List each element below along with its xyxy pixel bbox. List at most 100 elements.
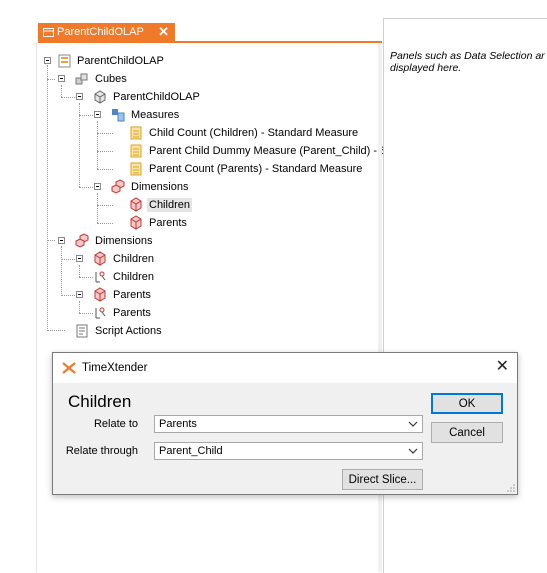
dimension-icon: [130, 197, 142, 212]
tree-node-cube[interactable]: ParentChildOLAP: [92, 89, 202, 105]
tree-label: Parents: [113, 289, 151, 301]
tree-label: Parents: [113, 307, 151, 319]
tree-label: Children: [113, 253, 154, 265]
relate-through-select[interactable]: Parent_Child: [154, 442, 423, 460]
database-icon: [58, 54, 71, 68]
measure-icon: [130, 162, 142, 176]
dialog-heading: Children: [68, 392, 132, 411]
tree-line: [79, 187, 93, 188]
tree-line: [97, 151, 113, 152]
tab-label: ParentChildOLAP: [57, 26, 144, 38]
chevron-down-icon: [408, 448, 418, 454]
relate-to-label: Relate to: [93, 418, 138, 430]
tree-line: [97, 133, 113, 134]
cubes-icon: [75, 73, 88, 85]
tree-node-dim-parents-hierarchy[interactable]: Parents: [92, 305, 153, 321]
tree-line: [61, 295, 75, 296]
tree-line: [47, 240, 55, 241]
chevron-down-icon: [408, 421, 418, 427]
right-panel-placeholder: Panels such as Data Selection ar display…: [390, 50, 547, 74]
cube-icon: [94, 90, 106, 104]
expander-cube-dimensions[interactable]: [94, 183, 101, 190]
tree-line: [47, 330, 65, 331]
direct-slice-button[interactable]: Direct Slice...: [342, 469, 423, 490]
tree-line: [61, 246, 62, 294]
expander-cubes[interactable]: [58, 75, 65, 82]
expander-cube[interactable]: [76, 93, 83, 100]
tree-node-measure[interactable]: Parent Count (Parents) - Standard Measur…: [128, 161, 364, 177]
tree-label: Children: [147, 198, 192, 212]
tree-node-cube-dimensions[interactable]: Dimensions: [110, 179, 190, 195]
relate-dialog: TimeXtender ✕ Children Relate to Parents…: [52, 352, 518, 495]
tree-node-measure[interactable]: Child Count (Children) - Standard Measur…: [128, 125, 360, 141]
tree-line: [79, 265, 80, 277]
tree-label: Parents: [149, 217, 187, 229]
tree-line: [61, 85, 62, 97]
relate-to-select[interactable]: Parents: [154, 415, 423, 433]
tree-node-measure[interactable]: Parent Child Dummy Measure (Parent_Child…: [128, 143, 389, 159]
tab-parentchildolap[interactable]: ParentChildOLAP ✕: [38, 23, 175, 41]
tree-label: Dimensions: [95, 235, 153, 247]
tree-line: [79, 313, 93, 314]
measure-icon: [130, 144, 142, 158]
hierarchy-icon: [95, 307, 106, 319]
tree-node-dim-parents[interactable]: Parents: [92, 287, 153, 303]
tree-node-script-actions[interactable]: Script Actions: [74, 323, 164, 339]
tree-label: Script Actions: [95, 325, 162, 337]
dimension-icon: [94, 251, 106, 266]
expander-root[interactable]: [44, 57, 51, 64]
script-icon: [76, 324, 88, 338]
tree-line: [47, 79, 55, 80]
tree-label: Child Count (Children) - Standard Measur…: [149, 127, 359, 139]
dialog-title: TimeXtender: [82, 362, 148, 374]
relate-through-value: Parent_Child: [159, 445, 223, 457]
right-panel-text-line1: Panels such as Data Selection ar: [390, 50, 545, 62]
expander-measures[interactable]: [94, 111, 101, 118]
tree-label: Parent Child Dummy Measure (Parent_Child…: [149, 145, 388, 157]
tree-line: [79, 277, 93, 278]
tree-line: [97, 121, 98, 169]
dimensions-icon: [75, 233, 89, 248]
tree-label: Dimensions: [131, 181, 189, 193]
tree-line: [97, 169, 113, 170]
dialog-close-icon[interactable]: ✕: [496, 358, 509, 376]
measures-icon: [112, 109, 125, 122]
tree-node-cubes[interactable]: Cubes: [74, 71, 129, 87]
dimensions-icon: [111, 179, 125, 194]
dimension-icon: [94, 287, 106, 302]
tree-line: [61, 97, 75, 98]
tree-node-dim-children-hierarchy[interactable]: Children: [92, 269, 156, 285]
relate-to-value: Parents: [159, 418, 197, 430]
tree-line: [97, 193, 98, 223]
tree-label: Parent Count (Parents) - Standard Measur…: [149, 163, 363, 175]
tree-node-dimensions[interactable]: Dimensions: [74, 233, 154, 249]
tree-label: Cubes: [95, 73, 127, 85]
ok-button[interactable]: OK: [431, 393, 503, 414]
tree-node-root[interactable]: ParentChildOLAP: [56, 53, 166, 69]
tab-icon: [43, 27, 54, 37]
tree-line: [97, 223, 113, 224]
dimension-icon: [130, 215, 142, 230]
relate-through-label: Relate through: [65, 445, 138, 457]
tree-node-cube-dim-parents[interactable]: Parents: [128, 215, 189, 231]
tree-node-cube-dim-children[interactable]: Children: [128, 197, 192, 213]
tab-close-icon[interactable]: ✕: [158, 24, 169, 40]
expander-dim-parents[interactable]: [76, 291, 83, 298]
tree-line: [47, 65, 48, 331]
timextender-logo-icon: [62, 362, 76, 374]
right-panel-text-line2: displayed here.: [390, 62, 462, 74]
tree-node-measures[interactable]: Measures: [110, 107, 181, 123]
hierarchy-icon: [95, 271, 106, 283]
left-strip: [0, 43, 37, 572]
tree-line: [61, 259, 75, 260]
resize-grip-icon[interactable]: [507, 484, 515, 492]
dialog-titlebar: TimeXtender ✕: [53, 353, 517, 383]
expander-dimensions[interactable]: [58, 237, 65, 244]
tree-label: ParentChildOLAP: [113, 91, 200, 103]
expander-dim-children[interactable]: [76, 255, 83, 262]
tree-label: Children: [113, 271, 154, 283]
tree-node-dim-children[interactable]: Children: [92, 251, 156, 267]
measure-icon: [130, 126, 142, 140]
tree-line: [97, 205, 113, 206]
cancel-button[interactable]: Cancel: [431, 422, 503, 443]
